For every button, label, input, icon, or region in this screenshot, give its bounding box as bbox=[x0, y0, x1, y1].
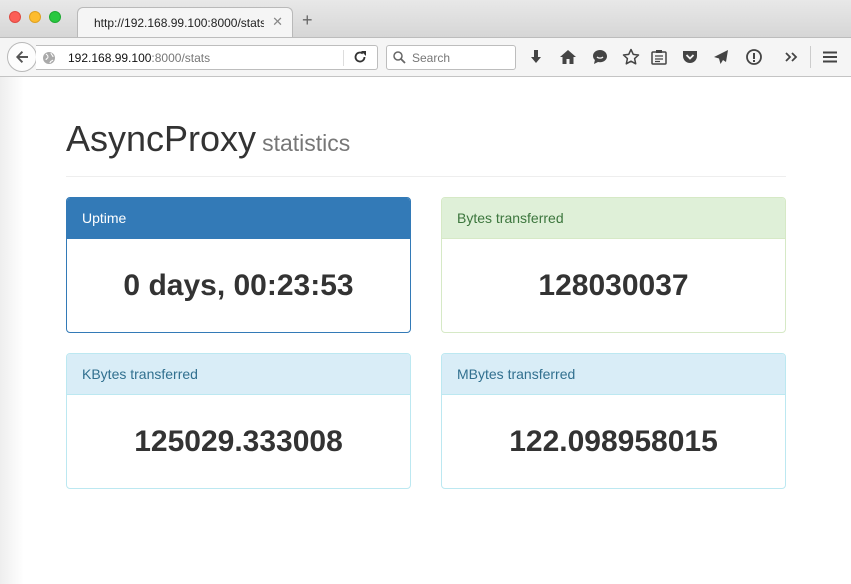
panel-heading: Bytes transferred bbox=[442, 198, 785, 239]
download-icon[interactable] bbox=[527, 48, 545, 66]
panel-heading: MBytes transferred bbox=[442, 354, 785, 395]
home-icon[interactable] bbox=[559, 48, 577, 66]
panel-heading: KBytes transferred bbox=[67, 354, 410, 395]
toolbar-separator bbox=[810, 46, 811, 68]
bytes-transferred-panel: Bytes transferred 128030037 bbox=[441, 197, 786, 333]
tab-strip: http://192.168.99.100:8000/stats ✕ + bbox=[0, 0, 851, 38]
new-tab-button[interactable]: + bbox=[302, 11, 313, 29]
panel-value: 125029.333008 bbox=[134, 424, 343, 458]
window-minimize-button[interactable] bbox=[29, 11, 41, 23]
panel-value: 122.098958015 bbox=[509, 424, 718, 458]
globe-icon bbox=[43, 52, 55, 64]
search-icon bbox=[393, 51, 406, 64]
bookmark-star-icon[interactable] bbox=[622, 48, 640, 66]
tab-close-icon[interactable]: ✕ bbox=[272, 14, 283, 30]
reading-list-icon[interactable] bbox=[650, 48, 668, 66]
search-bar[interactable]: Search bbox=[386, 45, 516, 70]
url-host: 192.168.99.100 bbox=[68, 51, 152, 65]
info-icon[interactable] bbox=[745, 48, 763, 66]
overflow-icon[interactable] bbox=[782, 48, 800, 66]
back-arrow-icon bbox=[16, 51, 28, 63]
browser-tab[interactable]: http://192.168.99.100:8000/stats ✕ bbox=[77, 7, 293, 38]
reload-icon[interactable] bbox=[353, 50, 367, 64]
menu-icon[interactable] bbox=[821, 48, 839, 66]
page-edge-shadow bbox=[0, 77, 24, 584]
page-header: AsyncProxy statistics bbox=[66, 115, 786, 177]
navigation-toolbar: 192.168.99.100:8000/stats Search bbox=[0, 37, 851, 77]
chat-icon[interactable] bbox=[591, 48, 609, 66]
url-path: :8000/stats bbox=[151, 51, 211, 65]
page-subtitle: statistics bbox=[262, 130, 351, 156]
panel-value: 0 days, 00:23:53 bbox=[123, 268, 354, 302]
pocket-icon[interactable] bbox=[681, 48, 699, 66]
url-bar[interactable]: 192.168.99.100:8000/stats bbox=[36, 45, 378, 70]
back-button[interactable] bbox=[7, 42, 37, 72]
uptime-panel: Uptime 0 days, 00:23:53 bbox=[66, 197, 411, 333]
url-divider bbox=[343, 50, 344, 66]
send-icon[interactable] bbox=[712, 48, 730, 66]
panel-value: 128030037 bbox=[538, 268, 689, 302]
url-text: 192.168.99.100:8000/stats bbox=[68, 51, 210, 65]
panel-heading: Uptime bbox=[67, 198, 410, 239]
window-maximize-button[interactable] bbox=[49, 11, 61, 23]
kbytes-transferred-panel: KBytes transferred 125029.333008 bbox=[66, 353, 411, 489]
mbytes-transferred-panel: MBytes transferred 122.098958015 bbox=[441, 353, 786, 489]
window-close-button[interactable] bbox=[9, 11, 21, 23]
page-title-text: AsyncProxy bbox=[66, 118, 257, 159]
tab-title: http://192.168.99.100:8000/stats bbox=[94, 16, 264, 30]
page-title: AsyncProxy statistics bbox=[66, 118, 350, 160]
search-placeholder: Search bbox=[412, 51, 451, 65]
